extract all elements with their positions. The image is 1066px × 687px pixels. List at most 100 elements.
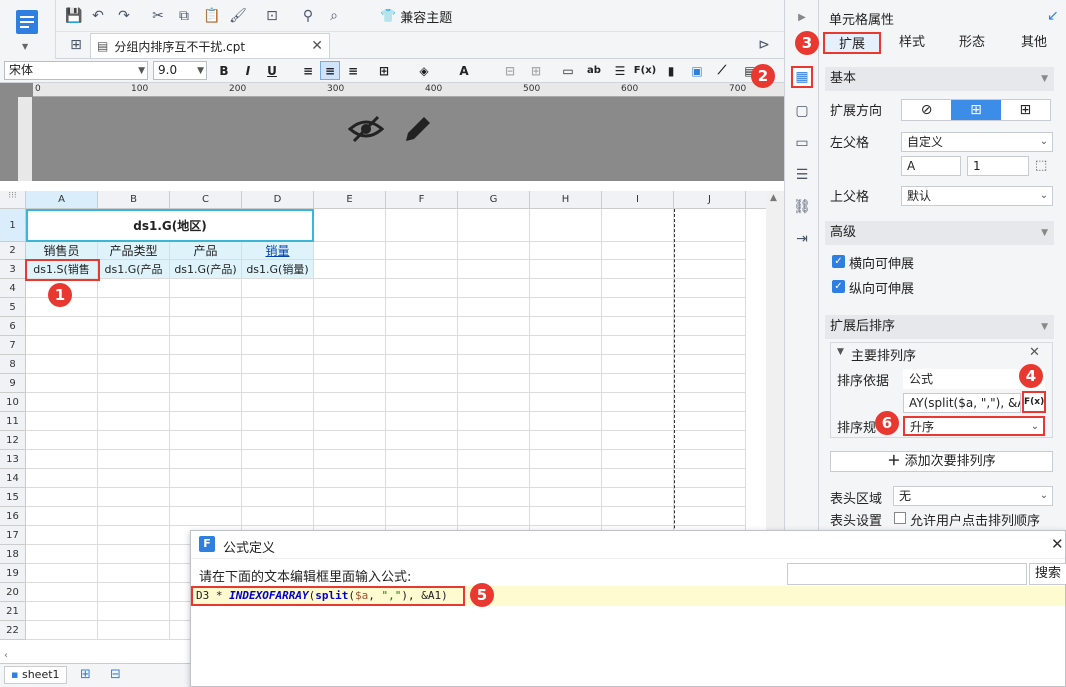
grid-cell[interactable] [170,431,242,450]
grid-cell[interactable] [674,298,746,317]
preview-search-icon[interactable]: ⌕ [324,6,344,26]
grid-cell[interactable] [26,450,98,469]
grid-cell[interactable] [98,469,170,488]
grid-icon[interactable]: ⊞ [66,35,86,55]
add-sheet-icon[interactable]: ⊞ [80,667,91,682]
allow-click-sort-checkbox[interactable] [894,512,906,524]
row-header[interactable]: 1 [0,209,26,242]
grid-cell[interactable] [602,393,674,412]
row-header[interactable]: 19 [0,564,26,583]
grid-cell[interactable] [530,336,602,355]
row-header[interactable]: 13 [0,450,26,469]
font-family-select[interactable]: 宋体 ▼ [4,61,148,80]
grid-cell[interactable] [386,242,458,260]
paste-icon[interactable]: 📋 [202,6,222,26]
close-icon[interactable]: ✕ [1029,345,1040,360]
grid-cell[interactable] [386,298,458,317]
grid-cell[interactable] [530,412,602,431]
grid-cell[interactable] [170,374,242,393]
no-expand-icon[interactable]: ⊘ [902,100,951,120]
grid-cell[interactable] [386,393,458,412]
grid-cell[interactable] [242,412,314,431]
grid-cell[interactable] [458,374,530,393]
grid-cell[interactable] [458,260,530,279]
collapse-arrow-icon[interactable]: ▶ [791,6,813,28]
grid-cell[interactable] [386,488,458,507]
scroll-up-icon[interactable]: ▲ [770,193,777,203]
grid-cell[interactable] [386,355,458,374]
cell-c3[interactable]: ds1.G(产品) [170,260,242,279]
align-right-icon[interactable]: ≡ [343,61,363,80]
column-header[interactable]: B [98,191,170,209]
grid-cell[interactable] [386,260,458,279]
underline-button[interactable]: U [262,61,282,80]
row-header[interactable]: 3 [0,260,26,279]
row-header[interactable]: 22 [0,621,26,640]
insert-slash-icon[interactable]: ⟋ [712,61,732,80]
grid-cell[interactable] [530,374,602,393]
grid-cell[interactable] [530,393,602,412]
add-report-icon[interactable]: ⊟ [110,667,121,682]
import-icon[interactable]: ⇥ [791,228,813,250]
grid-cell[interactable] [26,393,98,412]
pick-cell-icon[interactable]: ⬚ [1035,158,1047,173]
grid-cell[interactable] [674,260,746,279]
grid-cell[interactable] [530,209,602,242]
grid-cell[interactable] [170,336,242,355]
tab-menu-icon[interactable]: ⊳ [754,35,774,55]
grid-cell[interactable] [674,507,746,526]
border-icon[interactable]: ⊞ [374,61,394,80]
insert-rich-text-icon[interactable]: ab [584,61,604,80]
row-header[interactable]: 17 [0,526,26,545]
grid-cell[interactable] [170,412,242,431]
grid-cell[interactable] [170,355,242,374]
grid-cell[interactable] [314,260,386,279]
grid-cell[interactable] [530,279,602,298]
edit-pencil-icon[interactable] [402,113,432,145]
column-header[interactable]: H [530,191,602,209]
grid-cell[interactable] [530,355,602,374]
cell-a2[interactable]: 销售员 [26,242,98,260]
grid-cell[interactable] [458,209,530,242]
cell-d3[interactable]: ds1.G(销量) [242,260,314,279]
column-header[interactable]: D [242,191,314,209]
plugin-icon[interactable]: ⚲ [298,6,318,26]
left-parent-row-input[interactable]: 1 [967,156,1029,176]
up-parent-select[interactable]: 默认 ⌄ [901,186,1053,206]
grid-cell[interactable] [602,431,674,450]
font-size-select[interactable]: 9.0 ▼ [153,61,207,80]
search-button[interactable]: 搜索 [1029,563,1066,585]
column-header[interactable]: E [314,191,386,209]
grid-cell[interactable] [314,469,386,488]
grid-cell[interactable] [26,412,98,431]
header-area-select[interactable]: 无 ⌄ [893,486,1053,506]
row-header[interactable]: 18 [0,545,26,564]
grid-cell[interactable] [170,298,242,317]
grid-cell[interactable] [674,431,746,450]
grid-cell[interactable] [26,431,98,450]
left-parent-column-input[interactable]: A [901,156,961,176]
condition-icon[interactable]: ▭ [791,132,813,154]
grid-cell[interactable] [674,393,746,412]
grid-cell[interactable] [602,209,674,242]
grid-cell[interactable] [98,621,170,640]
grid-cell[interactable] [674,469,746,488]
grid-cell[interactable] [26,621,98,640]
column-header[interactable]: I [602,191,674,209]
file-tab[interactable]: ▤ 分组内排序互不干扰.cpt ✕ [90,33,330,58]
scroll-left-icon[interactable]: ‹ [4,650,8,661]
grid-cell[interactable] [314,209,386,242]
row-header[interactable]: 10 [0,393,26,412]
grid-cell[interactable] [26,317,98,336]
cell-b3[interactable]: ds1.G(产品 [98,260,170,279]
grid-cell[interactable] [458,450,530,469]
grid-cell[interactable] [98,336,170,355]
template-icon[interactable]: ⊡ [262,6,282,26]
grid-cell[interactable] [530,507,602,526]
insert-formula-icon[interactable]: F(x) [634,61,656,80]
close-tab-icon[interactable]: ✕ [311,38,323,54]
widget-icon[interactable]: ▢ [791,100,813,122]
grid-cell[interactable] [458,317,530,336]
merge-cells-icon[interactable]: ⊟ [500,61,520,80]
grid-cell[interactable] [458,242,530,260]
